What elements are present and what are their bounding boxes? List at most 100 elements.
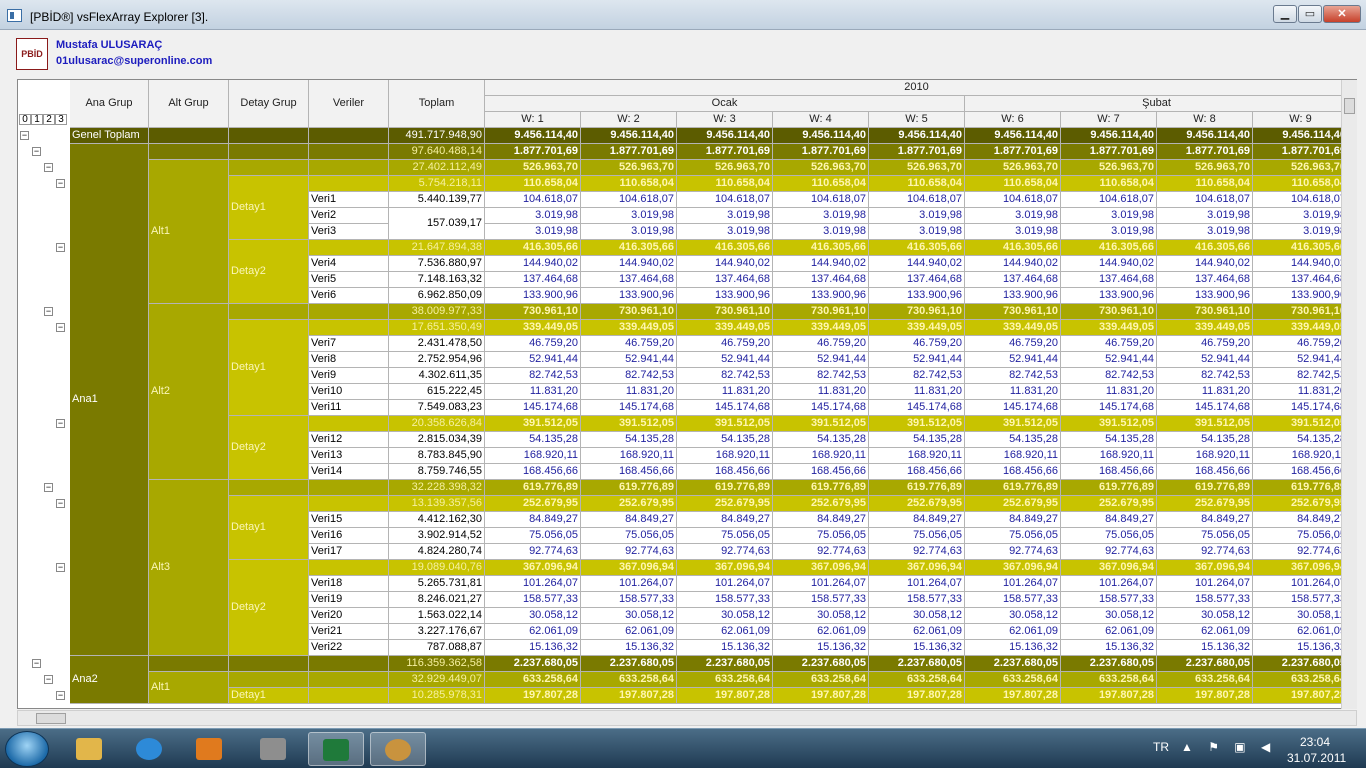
week-value[interactable]: 92.774,63 <box>1061 544 1157 560</box>
week-value[interactable]: 46.759,20 <box>773 336 869 352</box>
week-value[interactable]: 75.056,05 <box>485 528 581 544</box>
week-value[interactable]: 158.577,33 <box>965 592 1061 608</box>
week-value[interactable]: 9.456.114,40 <box>1157 128 1253 144</box>
week-value[interactable]: 158.577,33 <box>1061 592 1157 608</box>
week-value[interactable]: 2.237.680,05 <box>485 656 581 672</box>
week-value[interactable]: 15.136,32 <box>1157 640 1253 656</box>
veri-label[interactable]: Veri18 <box>309 576 389 592</box>
vertical-scrollbar[interactable] <box>1341 80 1357 709</box>
week-value[interactable]: 101.264,07 <box>1253 576 1349 592</box>
week-value[interactable]: 1.877.701,69 <box>1061 144 1157 160</box>
week-value[interactable]: 62.061,09 <box>1253 624 1349 640</box>
header-month-ocak[interactable]: Ocak <box>485 96 965 112</box>
week-value[interactable]: 730.961,10 <box>869 304 965 320</box>
week-value[interactable]: 3.019,98 <box>581 224 677 240</box>
week-value[interactable]: 54.135,28 <box>581 432 677 448</box>
week-value[interactable]: 11.831,20 <box>677 384 773 400</box>
taskbar-explorer[interactable] <box>62 732 118 766</box>
week-value[interactable]: 252.679,95 <box>869 496 965 512</box>
taskbar-app[interactable] <box>246 732 302 766</box>
week-value[interactable]: 367.096,94 <box>1061 560 1157 576</box>
week-value[interactable]: 84.849,27 <box>677 512 773 528</box>
collapse-toggle-icon[interactable]: − <box>20 131 29 140</box>
row-total[interactable]: 19.089.040,76 <box>389 560 485 576</box>
week-value[interactable]: 3.019,98 <box>965 224 1061 240</box>
week-value[interactable]: 62.061,09 <box>485 624 581 640</box>
outline-level-2-button[interactable]: 2 <box>43 114 55 125</box>
week-value[interactable]: 11.831,20 <box>1253 384 1349 400</box>
week-value[interactable]: 1.877.701,69 <box>485 144 581 160</box>
week-value[interactable]: 52.941,44 <box>869 352 965 368</box>
week-value[interactable]: 416.305,66 <box>1253 240 1349 256</box>
week-value[interactable]: 730.961,10 <box>773 304 869 320</box>
row-total[interactable]: 4.824.280,74 <box>389 544 485 560</box>
week-value[interactable]: 30.058,12 <box>581 608 677 624</box>
week-value[interactable]: 633.258,64 <box>677 672 773 688</box>
collapse-toggle-icon[interactable]: − <box>44 163 53 172</box>
week-value[interactable]: 526.963,70 <box>1253 160 1349 176</box>
header-week[interactable]: W: 1 <box>485 112 581 128</box>
week-value[interactable]: 3.019,98 <box>1061 208 1157 224</box>
week-value[interactable]: 145.174,68 <box>581 400 677 416</box>
group-detay1[interactable]: Detay1 <box>229 496 309 560</box>
week-value[interactable]: 133.900,96 <box>1061 288 1157 304</box>
week-value[interactable]: 62.061,09 <box>773 624 869 640</box>
week-value[interactable]: 197.807,28 <box>1253 688 1349 704</box>
week-value[interactable]: 391.512,05 <box>1061 416 1157 432</box>
week-value[interactable]: 168.456,66 <box>773 464 869 480</box>
outline-level-1-button[interactable]: 1 <box>31 114 43 125</box>
header-year[interactable]: 2010 <box>485 80 1349 96</box>
week-value[interactable]: 168.920,11 <box>1061 448 1157 464</box>
week-value[interactable]: 158.577,33 <box>677 592 773 608</box>
group-alt3[interactable]: Alt3 <box>149 480 229 656</box>
week-value[interactable]: 197.807,28 <box>1157 688 1253 704</box>
week-value[interactable]: 391.512,05 <box>869 416 965 432</box>
row-total[interactable]: 97.640.488,14 <box>389 144 485 160</box>
week-value[interactable]: 54.135,28 <box>485 432 581 448</box>
week-value[interactable]: 54.135,28 <box>677 432 773 448</box>
taskbar-excel[interactable] <box>308 732 364 766</box>
week-value[interactable]: 526.963,70 <box>677 160 773 176</box>
week-value[interactable]: 137.464,68 <box>677 272 773 288</box>
week-value[interactable]: 158.577,33 <box>1253 592 1349 608</box>
week-value[interactable]: 168.920,11 <box>581 448 677 464</box>
week-value[interactable]: 137.464,68 <box>869 272 965 288</box>
week-value[interactable]: 92.774,63 <box>1157 544 1253 560</box>
week-value[interactable]: 133.900,96 <box>1157 288 1253 304</box>
minimize-button[interactable]: ▁ <box>1273 5 1297 23</box>
week-value[interactable]: 54.135,28 <box>773 432 869 448</box>
week-value[interactable]: 633.258,64 <box>1061 672 1157 688</box>
week-value[interactable]: 168.920,11 <box>485 448 581 464</box>
week-value[interactable]: 62.061,09 <box>965 624 1061 640</box>
week-value[interactable]: 30.058,12 <box>485 608 581 624</box>
week-value[interactable]: 619.776,89 <box>1061 480 1157 496</box>
veri-label[interactable]: Veri15 <box>309 512 389 528</box>
week-value[interactable]: 75.056,05 <box>1253 528 1349 544</box>
week-value[interactable]: 144.940,02 <box>485 256 581 272</box>
week-value[interactable]: 619.776,89 <box>965 480 1061 496</box>
week-value[interactable]: 92.774,63 <box>677 544 773 560</box>
header-week[interactable]: W: 6 <box>965 112 1061 128</box>
week-value[interactable]: 145.174,68 <box>677 400 773 416</box>
week-value[interactable]: 82.742,53 <box>1157 368 1253 384</box>
header-week[interactable]: W: 7 <box>1061 112 1157 128</box>
row-total[interactable]: 6.962.850,09 <box>389 288 485 304</box>
week-value[interactable]: 252.679,95 <box>965 496 1061 512</box>
group-ana1[interactable]: Ana1 <box>70 144 149 656</box>
week-value[interactable]: 197.807,28 <box>485 688 581 704</box>
week-value[interactable]: 54.135,28 <box>869 432 965 448</box>
week-value[interactable]: 82.742,53 <box>1253 368 1349 384</box>
week-value[interactable]: 84.849,27 <box>1061 512 1157 528</box>
week-value[interactable]: 11.831,20 <box>485 384 581 400</box>
week-value[interactable]: 30.058,12 <box>1061 608 1157 624</box>
week-value[interactable]: 168.456,66 <box>485 464 581 480</box>
week-value[interactable]: 101.264,07 <box>677 576 773 592</box>
row-total[interactable]: 38.009.977,33 <box>389 304 485 320</box>
week-value[interactable]: 104.618,07 <box>1253 192 1349 208</box>
week-value[interactable]: 144.940,02 <box>581 256 677 272</box>
row-total[interactable]: 3.902.914,52 <box>389 528 485 544</box>
week-value[interactable]: 84.849,27 <box>965 512 1061 528</box>
veri-label[interactable]: Veri6 <box>309 288 389 304</box>
week-value[interactable]: 339.449,05 <box>1157 320 1253 336</box>
week-value[interactable]: 75.056,05 <box>677 528 773 544</box>
